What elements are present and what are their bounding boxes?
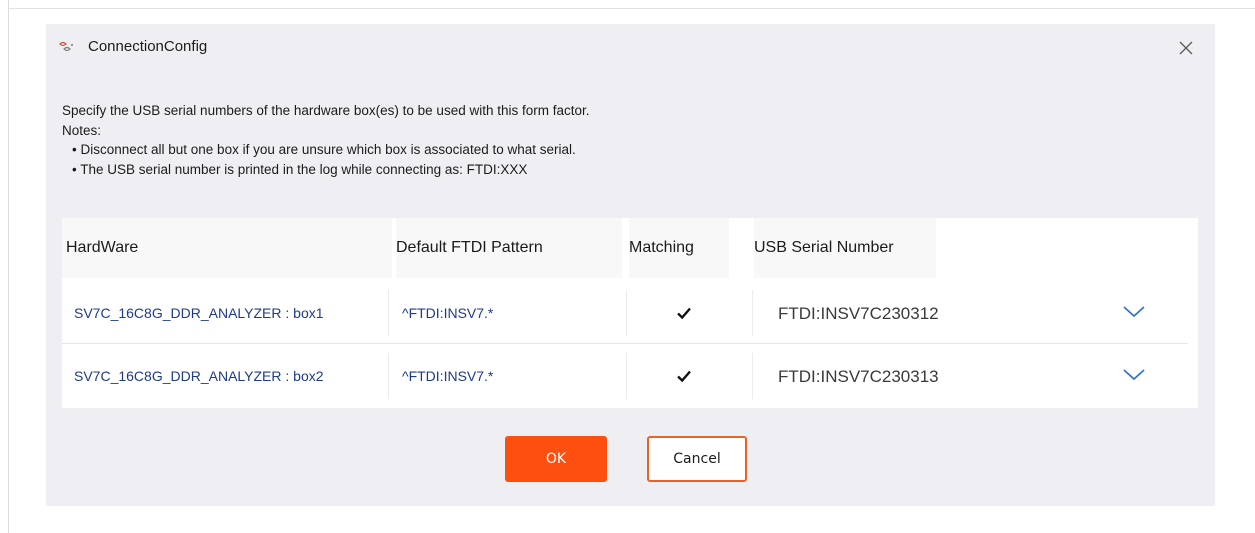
- instructions: Specify the USB serial numbers of the ha…: [62, 101, 590, 179]
- serial-number-value: FTDI:INSV7C230312: [778, 304, 939, 323]
- intro-text: Specify the USB serial numbers of the ha…: [62, 103, 590, 118]
- dialog-title: ConnectionConfig: [88, 38, 208, 55]
- note-item: • The USB serial number is printed in th…: [72, 161, 528, 177]
- title-bar: ConnectionConfig: [46, 24, 1215, 70]
- hardware-name: SV7C_16C8G_DDR_ANALYZER : box2: [74, 368, 324, 384]
- serial-number-dropdown[interactable]: FTDI:INSV7C230313: [752, 345, 1188, 407]
- cancel-button[interactable]: Cancel: [647, 436, 747, 482]
- note-item: • Disconnect all but one box if you are …: [72, 142, 576, 157]
- close-icon[interactable]: [1174, 36, 1198, 60]
- column-header-hardware: HardWare: [62, 218, 392, 278]
- column-header-matching: Matching: [629, 218, 729, 278]
- hardware-name: SV7C_16C8G_DDR_ANALYZER : box1: [74, 305, 324, 321]
- connection-config-dialog: ConnectionConfig Specify the USB serial …: [46, 24, 1215, 506]
- column-header-pattern: Default FTDI Pattern: [396, 218, 622, 278]
- chevron-down-icon[interactable]: [1122, 367, 1146, 383]
- app-logo-icon: [58, 40, 74, 54]
- column-divider: [626, 353, 627, 399]
- column-divider: [388, 353, 389, 399]
- row-divider: [62, 343, 1188, 344]
- table-row: SV7C_16C8G_DDR_ANALYZER : box1 ^FTDI:INS…: [62, 282, 1198, 344]
- checkmark-icon: [677, 370, 691, 383]
- ok-button[interactable]: OK: [505, 436, 607, 482]
- serial-number-dropdown[interactable]: FTDI:INSV7C230312: [752, 282, 1188, 344]
- notes-label: Notes:: [62, 122, 102, 138]
- hardware-table: HardWare Default FTDI Pattern Matching U…: [62, 218, 1198, 408]
- checkmark-icon: [677, 307, 691, 320]
- ftdi-pattern: ^FTDI:INSV7.*: [402, 305, 494, 321]
- column-divider: [626, 290, 627, 336]
- window-border-left: [8, 0, 9, 533]
- column-divider: [388, 290, 389, 336]
- serial-number-value: FTDI:INSV7C230313: [778, 367, 939, 386]
- table-row: SV7C_16C8G_DDR_ANALYZER : box2 ^FTDI:INS…: [62, 345, 1198, 407]
- column-header-serial: USB Serial Number: [754, 218, 936, 278]
- chevron-down-icon[interactable]: [1122, 304, 1146, 320]
- window-border-top: [8, 8, 1255, 9]
- ftdi-pattern: ^FTDI:INSV7.*: [402, 368, 494, 384]
- close-button[interactable]: [1174, 36, 1198, 60]
